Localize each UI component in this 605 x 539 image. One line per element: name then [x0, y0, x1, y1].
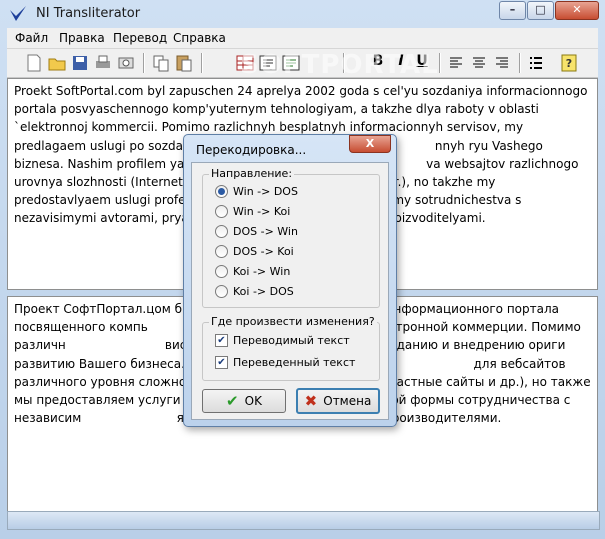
option-win-koi[interactable]: Win -> Koi [215, 205, 290, 218]
option-win-dos[interactable]: Win -> DOS [215, 185, 298, 198]
maximize-button[interactable]: □ [527, 1, 554, 20]
menu-translate[interactable]: Перевод [113, 31, 167, 45]
window-title: NI Transliterator [36, 6, 141, 21]
checkmark-icon[interactable]: ✔ [215, 356, 228, 369]
open-folder-icon[interactable] [47, 53, 67, 73]
print-preview-icon[interactable] [116, 53, 136, 73]
option-dos-win[interactable]: DOS -> Win [215, 225, 298, 238]
direction-label: Направление: [209, 167, 295, 180]
radio-icon[interactable] [215, 205, 228, 218]
bold-icon[interactable]: B [368, 53, 388, 73]
recode-dialog: Перекодировка... X Направление: Win -> D… [183, 134, 397, 427]
maximize-icon: □ [535, 3, 546, 16]
direction-group: Направление: Win -> DOS Win -> Koi DOS -… [202, 167, 380, 308]
recode-icon[interactable] [258, 53, 278, 73]
minimize-button[interactable]: – [499, 1, 526, 20]
checkbox-source-text[interactable]: ✔ Переводимый текст [215, 334, 350, 347]
checkmark-icon: ✔ [226, 392, 239, 410]
help-icon[interactable]: ? [559, 53, 579, 73]
copy-icon[interactable] [151, 53, 171, 73]
translit-table-icon[interactable] [235, 53, 255, 73]
option-koi-win[interactable]: Koi -> Win [215, 265, 290, 278]
align-right-icon[interactable] [492, 53, 512, 73]
apply-to-label: Где произвести изменения? [209, 315, 377, 328]
dialog-title: Перекодировка... [196, 143, 307, 157]
list-icon[interactable] [526, 53, 546, 73]
italic-icon[interactable]: I [391, 53, 411, 73]
checkmark-icon[interactable]: ✔ [215, 334, 228, 347]
underline-icon[interactable]: U [412, 53, 432, 73]
close-icon: ✕ [572, 3, 582, 16]
menu-edit[interactable]: Правка [59, 31, 105, 45]
translate-icon[interactable] [281, 53, 301, 73]
toolbar: B I U ? [7, 49, 598, 78]
checkbox-result-text[interactable]: ✔ Переведенный текст [215, 356, 355, 369]
dialog-close-button[interactable]: X [349, 135, 391, 153]
align-center-icon[interactable] [469, 53, 489, 73]
radio-icon[interactable] [215, 265, 228, 278]
menu-file[interactable]: Файл [15, 31, 48, 45]
radio-icon[interactable] [215, 225, 228, 238]
option-dos-koi[interactable]: DOS -> Koi [215, 245, 294, 258]
radio-selected-icon[interactable] [215, 185, 228, 198]
close-button[interactable]: ✕ [555, 1, 599, 20]
status-bar [7, 511, 600, 530]
cancel-button[interactable]: ✖ Отмена [296, 388, 380, 414]
radio-icon[interactable] [215, 245, 228, 258]
ok-button[interactable]: ✔ OK [202, 389, 286, 413]
menu-help[interactable]: Справка [173, 31, 226, 45]
print-icon[interactable] [93, 53, 113, 73]
svg-text:?: ? [566, 57, 572, 70]
dialog-body: Направление: Win -> DOS Win -> Koi DOS -… [191, 162, 389, 420]
paste-icon[interactable] [174, 53, 194, 73]
new-file-icon[interactable] [24, 53, 44, 73]
save-icon[interactable] [70, 53, 90, 73]
option-koi-dos[interactable]: Koi -> DOS [215, 285, 294, 298]
radio-icon[interactable] [215, 285, 228, 298]
align-left-icon[interactable] [446, 53, 466, 73]
menu-bar: Файл Правка Перевод Справка [7, 28, 598, 49]
app-logo-icon [10, 6, 26, 21]
minimize-icon: – [509, 3, 516, 16]
cancel-x-icon: ✖ [304, 392, 318, 410]
apply-to-group: Где произвести изменения? ✔ Переводимый т… [202, 315, 380, 381]
title-bar: NI Transliterator – □ ✕ [0, 0, 605, 28]
app-window: NI Transliterator – □ ✕ Файл Правка Пере… [0, 0, 605, 539]
